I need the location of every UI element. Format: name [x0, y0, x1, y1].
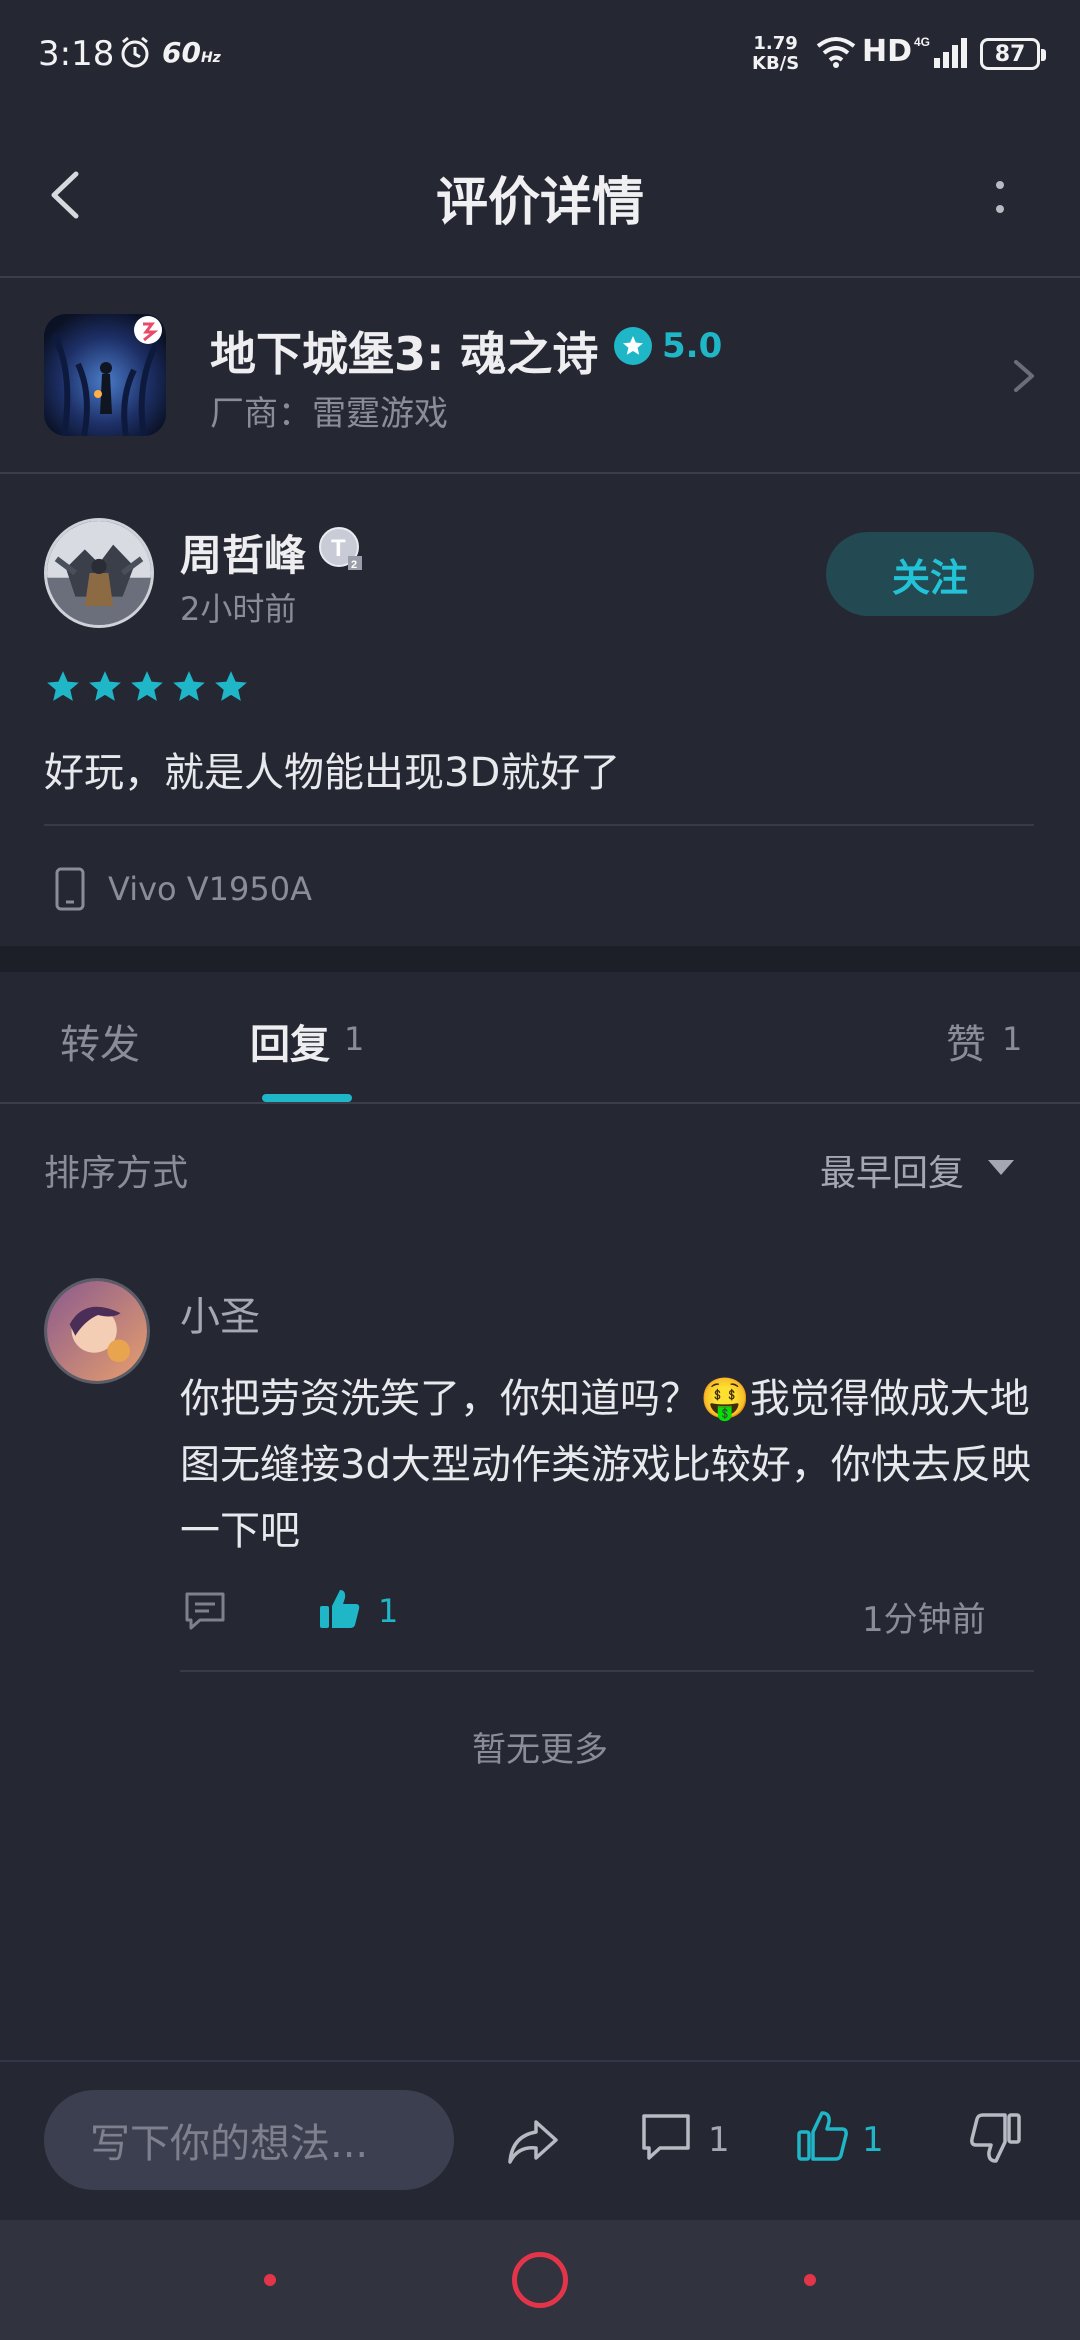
svg-text:T: T — [331, 535, 346, 562]
refresh-rate: 60Hz — [162, 36, 221, 69]
dislike-icon[interactable] — [968, 2110, 1024, 2166]
game-divider — [0, 472, 1080, 474]
reply-user-name[interactable]: 小圣 — [180, 1284, 260, 1342]
reply-avatar[interactable] — [44, 1278, 150, 1384]
review-time: 2小时前 — [180, 590, 297, 628]
star-icon — [131, 671, 163, 701]
reply-time: 1分钟前 — [862, 1600, 986, 1640]
tab-reply-count: 1 — [344, 1020, 365, 1058]
review-divider — [44, 824, 1034, 826]
chevron-right-icon[interactable] — [1010, 356, 1038, 396]
review-stars — [44, 668, 254, 706]
comment-input[interactable]: 写下你的想法... — [44, 2090, 454, 2190]
like-count: 1 — [862, 2120, 884, 2160]
tabs-divider — [0, 1102, 1080, 1104]
nav-recents-button[interactable] — [804, 2274, 816, 2286]
wifi-icon — [816, 37, 856, 68]
no-more-text: 暂无更多 — [472, 1730, 608, 1770]
device-name: Vivo V1950A — [108, 870, 312, 908]
star-icon — [173, 671, 205, 701]
cellular-signal-icon: 4G — [914, 35, 967, 68]
game-rating: 5.0 — [614, 326, 722, 366]
reply-text: 你把劳资洗笑了，你知道吗？🤑我觉得做成大地图无缝接3d大型动作类游戏比较好，你快… — [180, 1376, 1031, 1554]
network-speed: 1.79 KB/S — [752, 33, 800, 74]
sort-label: 排序方式 — [44, 1153, 189, 1194]
comments-count: 1 — [708, 2120, 730, 2160]
hd-indicator: HD — [862, 34, 913, 69]
share-icon[interactable] — [504, 2112, 562, 2170]
rating-star-icon — [614, 327, 652, 365]
reply-like-count: 1 — [378, 1592, 399, 1630]
reviewer-name[interactable]: 周哲峰 — [180, 522, 306, 583]
alarm-icon — [121, 36, 149, 68]
battery-icon: 87 — [980, 38, 1046, 70]
tab-reply[interactable]: 回复 — [250, 1012, 330, 1070]
status-time: 3:18 — [38, 34, 115, 74]
star-icon — [89, 671, 121, 701]
tab-likes-count: 1 — [1002, 1020, 1023, 1058]
thumbs-up-icon[interactable] — [316, 1586, 362, 1632]
phone-icon — [55, 867, 85, 911]
svg-text:4G: 4G — [914, 35, 930, 49]
more-options-icon[interactable] — [980, 168, 1020, 228]
game-rating-value: 5.0 — [662, 326, 723, 366]
caret-down-icon[interactable] — [986, 1158, 1016, 1178]
page-title: 评价详情 — [435, 173, 644, 233]
reviewer-avatar[interactable] — [44, 518, 154, 628]
tab-forward[interactable]: 转发 — [60, 1012, 140, 1070]
star-icon — [215, 671, 247, 701]
game-name[interactable]: 地下城堡3: 魂之诗 — [210, 318, 598, 384]
reply-divider — [180, 1670, 1034, 1672]
game-icon[interactable] — [44, 314, 166, 436]
sort-dropdown[interactable]: 最早回复 — [820, 1144, 964, 1196]
star-icon — [47, 671, 79, 701]
review-text: 好玩，就是人物能出现3D就好了 — [44, 750, 621, 796]
comment-icon[interactable] — [182, 1588, 228, 1634]
nav-home-button[interactable] — [512, 2252, 568, 2308]
comments-icon[interactable] — [638, 2110, 694, 2166]
follow-button[interactable]: 关注 — [826, 532, 1034, 616]
active-tab-indicator — [262, 1094, 352, 1102]
like-icon[interactable] — [794, 2108, 850, 2164]
nav-back-button[interactable] — [264, 2274, 276, 2286]
game-vendor: 厂商：雷霆游戏 — [210, 394, 448, 434]
svg-text:2: 2 — [351, 559, 357, 571]
level-badge-icon: T 2 — [319, 527, 362, 571]
section-divider — [0, 946, 1080, 972]
tab-likes[interactable]: 赞 — [946, 1012, 986, 1070]
